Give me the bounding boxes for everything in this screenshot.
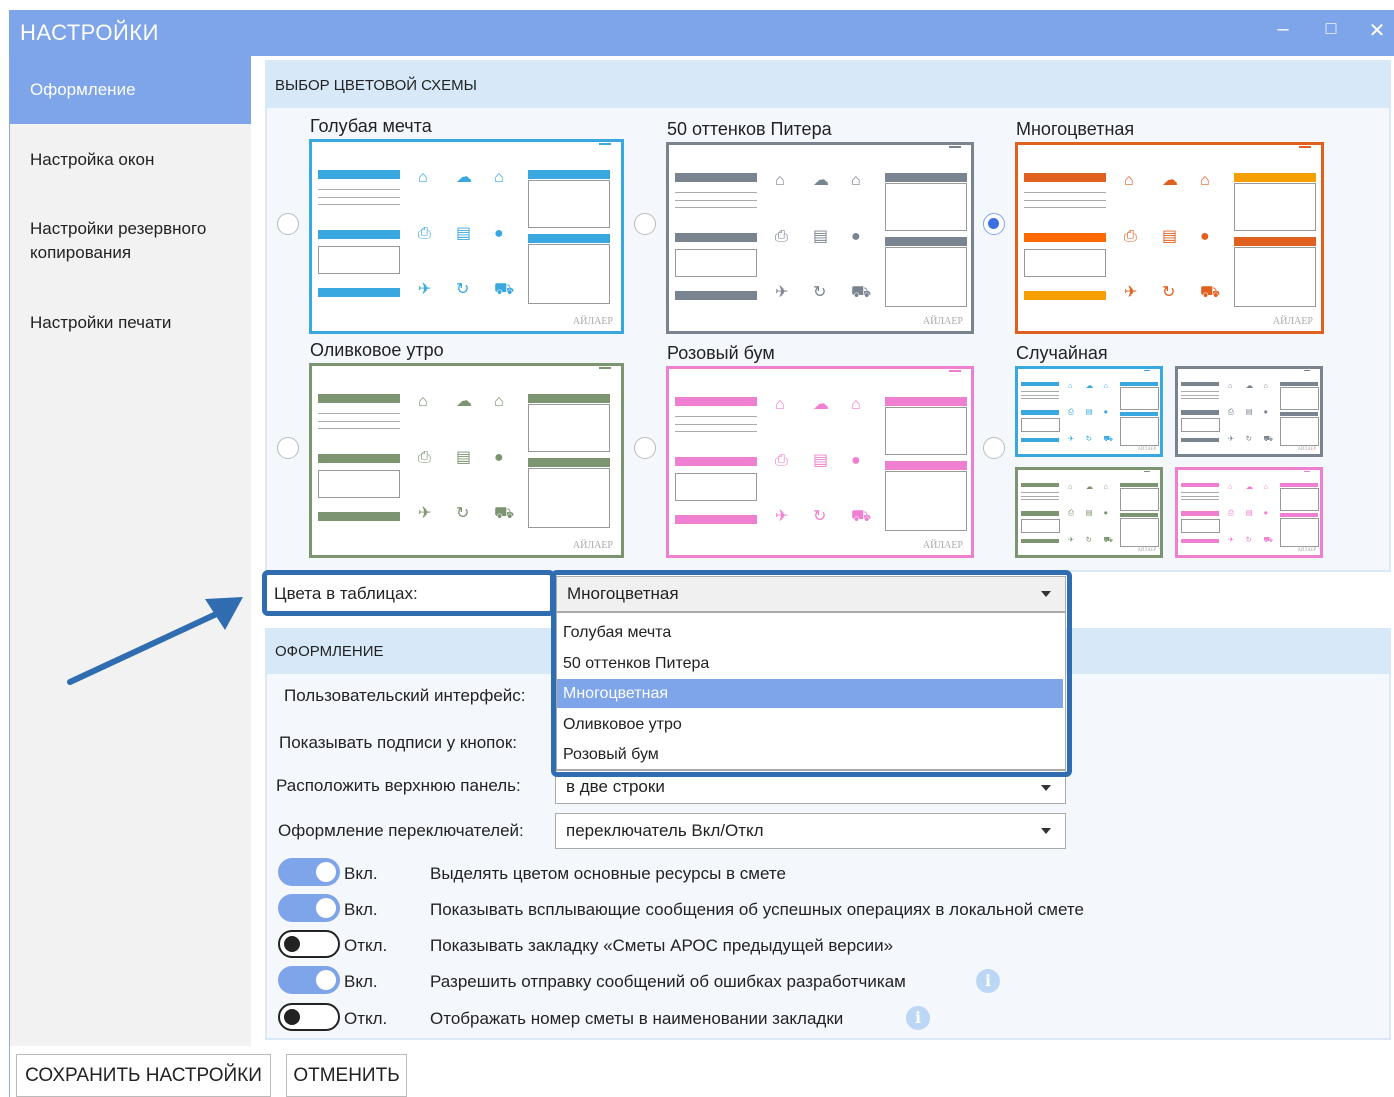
toggle-label: Показывать закладку «Сметы АРОС предыдущ… bbox=[430, 936, 894, 955]
sidebar-item-print[interactable]: Настройки печати bbox=[10, 311, 251, 335]
scheme-preview-small: ⌂ ☁ ⌂ ⎙ ▤ ● ✈ ↻ ⛟ АЙЛАЕР bbox=[1175, 467, 1323, 558]
highlight-box bbox=[551, 570, 1072, 777]
toggle-aros-tab[interactable] bbox=[278, 930, 340, 958]
sidebar bbox=[10, 56, 251, 1046]
toggle-highlight-resources[interactable] bbox=[278, 858, 340, 886]
close-button[interactable]: ✕ bbox=[1364, 18, 1390, 43]
scheme-name: 50 оттенков Питера bbox=[667, 119, 832, 139]
scheme-radio-random[interactable] bbox=[983, 437, 1005, 459]
toggle-label: Отображать номер сметы в наименовании за… bbox=[430, 1009, 844, 1028]
window-title: НАСТРОЙКИ bbox=[20, 20, 159, 45]
switch-style-dropdown[interactable]: переключатель Вкл/Откл bbox=[555, 813, 1066, 849]
scheme-name: Оливковое утро bbox=[310, 340, 444, 360]
toggle-error-reports[interactable] bbox=[278, 966, 340, 994]
switch-style-label: Оформление переключателей: bbox=[278, 821, 524, 840]
annotation-arrow-icon bbox=[67, 597, 243, 685]
scheme-name: Случайная bbox=[1016, 343, 1108, 363]
toggle-state: Вкл. bbox=[344, 900, 378, 919]
panel-position-value: в две строки bbox=[566, 777, 665, 796]
save-settings-button[interactable]: СОХРАНИТЬ НАСТРОЙКИ bbox=[16, 1054, 271, 1097]
toggle-state: Вкл. bbox=[344, 972, 378, 991]
scheme-section-header: ВЫБОР ЦВЕТОВОЙ СХЕМЫ bbox=[265, 62, 1391, 108]
toggle-popup-messages[interactable] bbox=[278, 894, 340, 922]
scheme-name: Розовый бум bbox=[667, 343, 775, 363]
maximize-button[interactable]: □ bbox=[1318, 18, 1344, 39]
toggle-state: Откл. bbox=[344, 1009, 388, 1028]
scheme-preview[interactable]: ⌂ ☁ ⌂ ⎙ ▤ ● ✈ ↻ ⛟ АЙЛАЕР bbox=[1015, 142, 1324, 334]
toggle-state: Вкл. bbox=[344, 864, 378, 883]
scheme-radio-grey[interactable] bbox=[634, 213, 656, 235]
ui-label: Пользовательский интерфейс: bbox=[284, 686, 526, 705]
scheme-radio-multicolor[interactable] bbox=[983, 213, 1005, 235]
scheme-preview-small: ⌂ ☁ ⌂ ⎙ ▤ ● ✈ ↻ ⛟ АЙЛАЕР bbox=[1175, 366, 1323, 457]
chevron-down-icon bbox=[1041, 828, 1051, 834]
highlight-box bbox=[262, 570, 555, 616]
sidebar-item-appearance[interactable]: Оформление bbox=[10, 56, 251, 124]
scheme-preview-small: ⌂ ☁ ⌂ ⎙ ▤ ● ✈ ↻ ⛟ АЙЛАЕР bbox=[1015, 366, 1163, 457]
toggle-label: Разрешить отправку сообщений об ошибках … bbox=[430, 972, 906, 991]
scheme-preview[interactable]: ⌂ ☁ ⌂ ⎙ ▤ ● ✈ ↻ ⛟ АЙЛАЕР bbox=[666, 142, 974, 334]
captions-label: Показывать подписи у кнопок: bbox=[279, 733, 517, 752]
toggle-label: Выделять цветом основные ресурсы в смете bbox=[430, 864, 786, 883]
title-bar[interactable] bbox=[9, 10, 1394, 56]
toggle-label: Показывать всплывающие сообщения об успе… bbox=[430, 900, 1084, 919]
scheme-radio-blue[interactable] bbox=[277, 213, 299, 235]
cancel-button[interactable]: ОТМЕНИТЬ bbox=[286, 1054, 407, 1097]
info-icon[interactable]: i bbox=[976, 969, 1000, 993]
minimize-button[interactable]: ‒ bbox=[1270, 18, 1296, 41]
scheme-preview-small: ⌂ ☁ ⌂ ⎙ ▤ ● ✈ ↻ ⛟ АЙЛАЕР bbox=[1015, 467, 1163, 558]
scheme-preview[interactable]: ⌂ ☁ ⌂ ⎙ ▤ ● ✈ ↻ ⛟ АЙЛАЕР bbox=[309, 363, 624, 558]
switch-style-value: переключатель Вкл/Откл bbox=[566, 821, 764, 840]
scheme-preview[interactable]: ⌂ ☁ ⌂ ⎙ ▤ ● ✈ ↻ ⛟ АЙЛАЕР bbox=[666, 366, 974, 558]
scheme-name: Многоцветная bbox=[1016, 119, 1135, 139]
info-icon[interactable]: i bbox=[906, 1006, 930, 1030]
toggle-estimate-number[interactable] bbox=[278, 1003, 340, 1031]
scheme-radio-pink[interactable] bbox=[634, 437, 656, 459]
scheme-preview[interactable]: ⌂ ☁ ⌂ ⎙ ▤ ● ✈ ↻ ⛟ АЙЛАЕР bbox=[309, 139, 624, 334]
scheme-radio-olive[interactable] bbox=[277, 437, 299, 459]
toggle-state: Откл. bbox=[344, 936, 388, 955]
chevron-down-icon bbox=[1041, 785, 1051, 791]
panel-position-label: Расположить верхнюю панель: bbox=[276, 776, 521, 795]
scheme-name: Голубая мечта bbox=[310, 116, 432, 136]
sidebar-item-backup[interactable]: Настройки резервного копирования bbox=[10, 217, 240, 265]
sidebar-item-windows[interactable]: Настройка окон bbox=[10, 148, 251, 172]
